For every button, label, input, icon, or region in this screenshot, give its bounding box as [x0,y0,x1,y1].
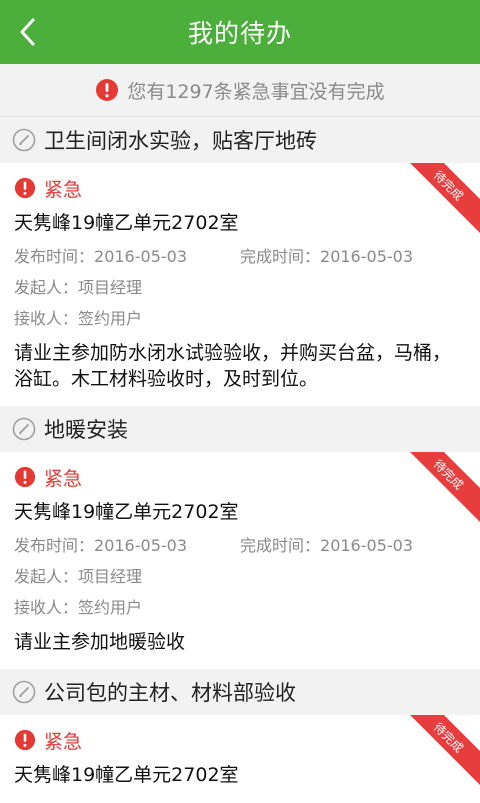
publish-date: 2016-05-03 [94,247,187,266]
exclamation-circle-icon [14,177,36,199]
task-address: 天隽峰19幢乙单元2702室 [14,757,466,793]
date-row: 发布时间：2016-05-03 完成时间：2016-05-03 [14,241,466,272]
exclamation-circle-icon [14,729,36,751]
urgent-alert-bar[interactable]: 您有1297条紧急事宜没有完成 [0,64,480,117]
receiver: 签约用户 [78,309,142,328]
initiator: 项目经理 [78,278,142,297]
finish-date: 2016-05-03 [320,536,413,555]
task-title: 卫生间闭水实验，贴客厅地砖 [44,125,317,155]
task-card[interactable]: 待完成 紧急 天隽峰19幢乙单元2702室 发布时间：2016-05-03 完成… [0,452,480,669]
alert-text: 您有1297条紧急事宜没有完成 [127,77,384,104]
task-card[interactable]: 待完成 紧急 天隽峰19幢乙单元2702室 发布时间：2016-05-03 完成… [0,163,480,406]
initiator: 项目经理 [78,567,142,586]
urgency-label: 紧急 [44,727,82,754]
receiver-row: 接收人：签约用户 [14,303,466,334]
chevron-left-icon [17,17,39,47]
task-section-header: 卫生间闭水实验，贴客厅地砖 [0,117,480,163]
urgency-row: 紧急 [14,171,466,205]
pencil-circle-icon [12,680,36,704]
back-button[interactable] [0,0,56,64]
exclamation-circle-icon [95,78,119,102]
exclamation-circle-icon [14,466,36,488]
app-header: 我的待办 [0,0,480,64]
publish-date: 2016-05-03 [94,536,187,555]
finish-label: 完成时间： [240,536,320,555]
task-section-header: 公司包的主材、材料部验收 [0,669,480,715]
pencil-circle-icon [12,128,36,152]
urgency-label: 紧急 [44,464,82,491]
publish-label: 发布时间： [14,536,94,555]
finish-label: 完成时间： [240,247,320,266]
task-card[interactable]: 待完成 紧急 天隽峰19幢乙单元2702室 [0,715,480,803]
task-address: 天隽峰19幢乙单元2702室 [14,205,466,241]
publish-label: 发布时间： [14,247,94,266]
urgency-row: 紧急 [14,723,466,757]
receiver: 签约用户 [78,598,142,617]
task-section-header: 地暖安装 [0,406,480,452]
urgency-row: 紧急 [14,460,466,494]
task-title: 公司包的主材、材料部验收 [44,677,296,707]
finish-date: 2016-05-03 [320,247,413,266]
task-description: 请业主参加地暖验收 [14,623,466,659]
page-title: 我的待办 [188,14,292,50]
date-row: 发布时间：2016-05-03 完成时间：2016-05-03 [14,530,466,561]
task-title: 地暖安装 [44,414,128,444]
receiver-row: 接收人：签约用户 [14,592,466,623]
task-description: 请业主参加防水闭水试验验收，并购买台盆，马桶，浴缸。木工材料验收时，及时到位。 [14,334,466,396]
initiator-row: 发起人：项目经理 [14,561,466,592]
urgency-label: 紧急 [44,175,82,202]
initiator-row: 发起人：项目经理 [14,272,466,303]
pencil-circle-icon [12,417,36,441]
task-address: 天隽峰19幢乙单元2702室 [14,494,466,530]
